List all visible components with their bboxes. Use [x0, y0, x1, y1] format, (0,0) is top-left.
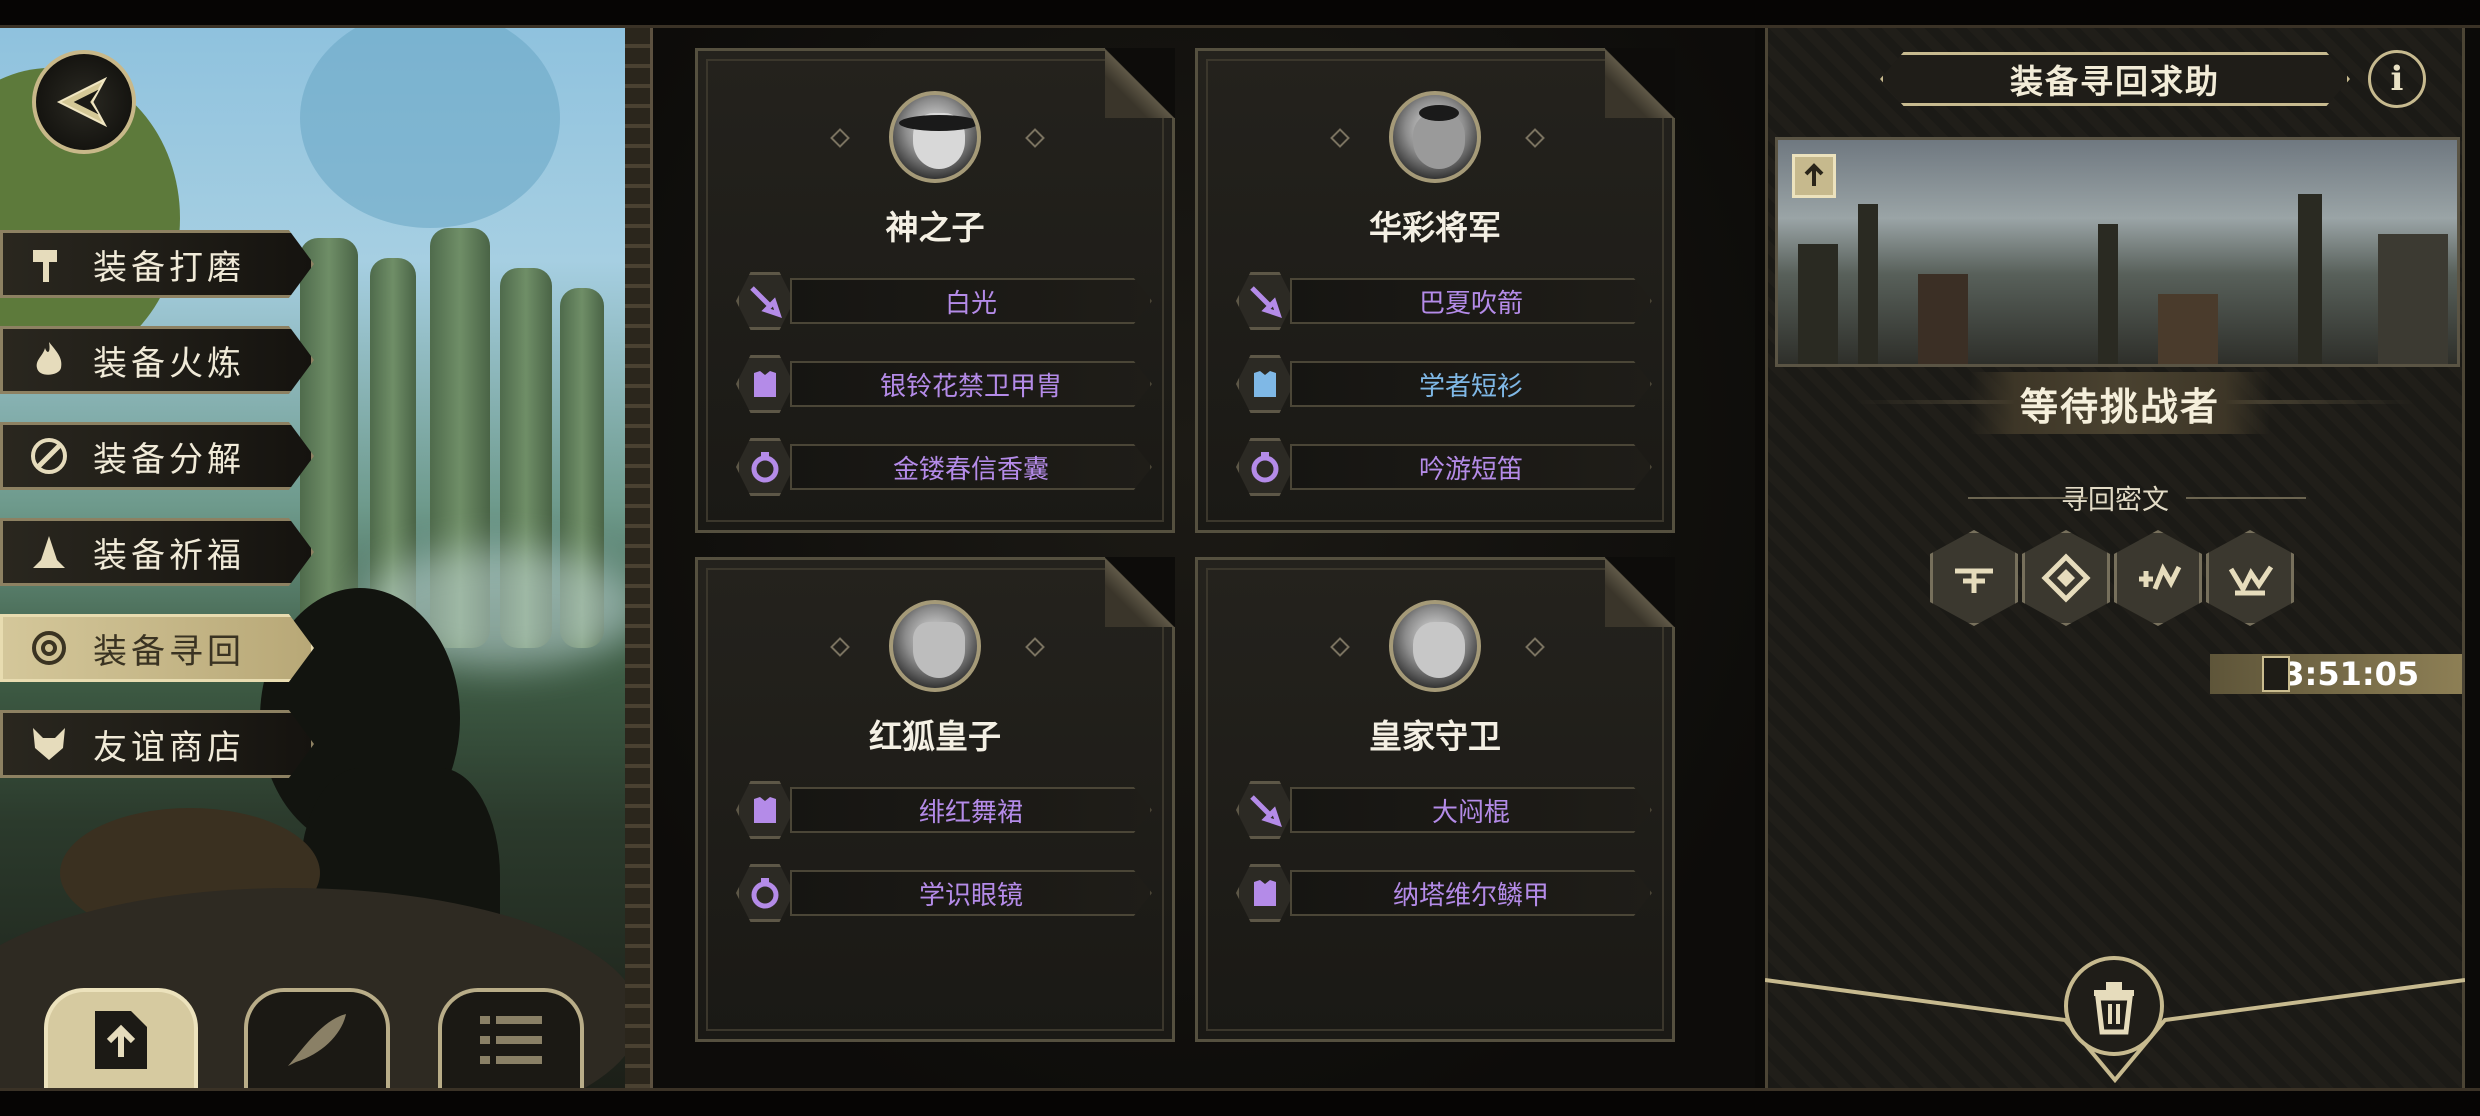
menu-label: 装备火炼	[93, 343, 245, 384]
menu-item-polish[interactable]: 装备打磨	[0, 230, 314, 298]
ornament	[1525, 128, 1545, 148]
equipment-row[interactable]: 绯红舞裙	[736, 781, 1156, 839]
info-icon: i	[2390, 59, 2404, 99]
equipment-row[interactable]: 银铃花禁卫甲胄	[736, 355, 1156, 413]
back-button[interactable]	[32, 50, 136, 154]
ring-icon	[736, 438, 794, 496]
challenger-card[interactable]: 红狐皇子 绯红舞裙 学识眼镜	[695, 557, 1175, 1042]
target-icon	[27, 626, 71, 670]
ornament	[1525, 637, 1545, 657]
panel-title: 装备寻回求助	[1880, 52, 2350, 106]
delete-button[interactable]	[2064, 956, 2164, 1056]
top-border	[0, 0, 2480, 28]
status-banner: 等待挑战者	[1970, 372, 2270, 434]
countdown-timer: 23:51:05	[2210, 654, 2462, 694]
avatar	[1389, 91, 1481, 183]
armor-icon	[736, 781, 794, 839]
equipment-row[interactable]: 金镂春信香囊	[736, 438, 1156, 496]
disassemble-icon	[27, 434, 71, 478]
equipment-row[interactable]: 学者短衫	[1236, 355, 1656, 413]
page-fold	[1605, 557, 1675, 627]
equipment-row[interactable]: 白光	[736, 272, 1156, 330]
stage-preview-image	[1775, 137, 2460, 367]
equipment-row[interactable]: 巴夏吹箭	[1236, 272, 1656, 330]
info-button[interactable]: i	[2368, 50, 2426, 108]
ornament	[830, 128, 850, 148]
sword-icon	[736, 272, 794, 330]
challenger-card[interactable]: 神之子 白光 银铃花禁卫甲胄 金镂春信香囊	[695, 48, 1175, 533]
back-arrow-icon	[56, 76, 108, 128]
page-fold	[1605, 48, 1675, 118]
avatar	[1389, 600, 1481, 692]
pin-icon[interactable]	[1792, 154, 1836, 198]
trash-icon	[2094, 982, 2134, 1035]
list-icon	[480, 1016, 542, 1064]
challenger-card[interactable]: 华彩将军 巴夏吹箭 学者短衫 吟游短笛	[1195, 48, 1675, 533]
menu-item-retrieve[interactable]: 装备寻回	[0, 614, 314, 682]
hourglass-icon	[2262, 656, 2290, 692]
armor-icon	[1236, 864, 1294, 922]
equipment-row[interactable]: 学识眼镜	[736, 864, 1156, 922]
equipment-name: 学识眼镜	[790, 870, 1152, 916]
equipment-row[interactable]: 纳塔维尔鳞甲	[1236, 864, 1656, 922]
menu-label: 装备祈福	[93, 535, 245, 576]
ring-icon	[736, 864, 794, 922]
menu-item-friend-shop[interactable]: 友谊商店	[0, 710, 314, 778]
equipment-row[interactable]: 大闷棍	[1236, 781, 1656, 839]
equipment-name: 学者短衫	[1290, 361, 1652, 407]
ornament	[1025, 128, 1045, 148]
menu-label: 装备打磨	[93, 247, 245, 288]
equipment-row[interactable]: 吟游短笛	[1236, 438, 1656, 496]
equipment-name: 巴夏吹箭	[1290, 278, 1652, 324]
avatar	[889, 600, 981, 692]
bottom-border	[0, 1088, 2480, 1116]
equipment-name: 金镂春信香囊	[790, 444, 1152, 490]
page-fold	[1105, 557, 1175, 627]
equipment-name: 白光	[790, 278, 1152, 324]
menu-item-forge[interactable]: 装备火炼	[0, 326, 314, 394]
equipment-name: 大闷棍	[1290, 787, 1652, 833]
pray-hands-icon	[27, 530, 71, 574]
challenger-name: 红狐皇子	[869, 717, 1001, 756]
cipher-label: 寻回密文	[2061, 485, 2169, 516]
equipment-name: 银铃花禁卫甲胄	[790, 361, 1152, 407]
ornament	[830, 637, 850, 657]
sword-icon	[1236, 272, 1294, 330]
equipment-name: 绯红舞裙	[790, 787, 1152, 833]
ring-icon	[1236, 438, 1294, 496]
menu-label: 装备寻回	[93, 631, 245, 672]
challenger-name: 皇家守卫	[1369, 717, 1501, 756]
page-fold	[1105, 48, 1175, 118]
feather-icon	[288, 1014, 346, 1066]
equipment-name: 纳塔维尔鳞甲	[1290, 870, 1652, 916]
menu-item-disassemble[interactable]: 装备分解	[0, 422, 314, 490]
challenger-card[interactable]: 皇家守卫 大闷棍 纳塔维尔鳞甲	[1195, 557, 1675, 1042]
challenger-name: 神之子	[885, 208, 985, 247]
ornate-divider	[625, 28, 653, 1088]
ornament	[1330, 637, 1350, 657]
sword-icon	[1236, 781, 1294, 839]
tool-button-feather[interactable]	[244, 988, 390, 1088]
menu-label: 友谊商店	[93, 727, 245, 768]
tool-button-list[interactable]	[438, 988, 584, 1088]
menu-label: 装备分解	[93, 439, 245, 480]
armor-icon	[736, 355, 794, 413]
flame-icon	[27, 338, 71, 382]
challenger-name: 华彩将军	[1369, 208, 1501, 247]
fox-icon	[27, 722, 71, 766]
upload-icon	[95, 1011, 147, 1069]
avatar	[889, 91, 981, 183]
hammer-icon	[27, 242, 71, 286]
tool-button-upload[interactable]	[44, 988, 198, 1088]
side-menu: 装备打磨 装备火炼 装备分解 装备祈福 装备寻回 友谊商店	[0, 230, 320, 806]
armor-icon	[1236, 355, 1294, 413]
menu-item-bless[interactable]: 装备祈福	[0, 518, 314, 586]
ornament	[1330, 128, 1350, 148]
ornament	[1025, 637, 1045, 657]
equipment-name: 吟游短笛	[1290, 444, 1652, 490]
